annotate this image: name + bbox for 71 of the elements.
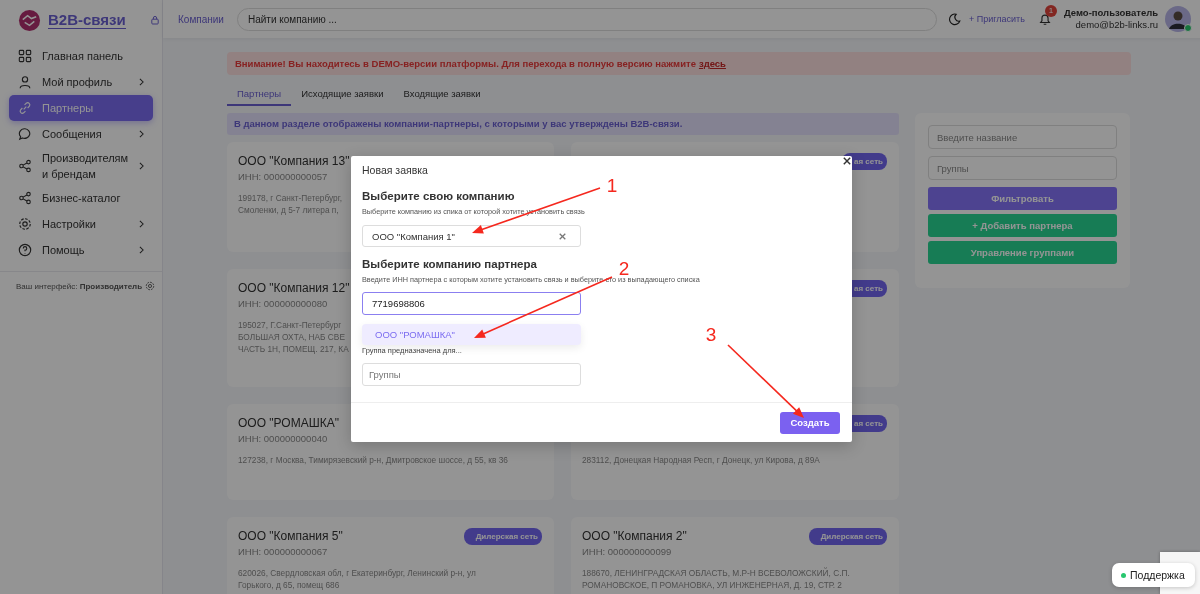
avatar[interactable] bbox=[1165, 6, 1192, 32]
moon-icon[interactable] bbox=[947, 12, 961, 26]
settings-icon bbox=[18, 217, 32, 231]
user-name: Демо-пользователь bbox=[1063, 7, 1159, 19]
inn-text: ИНН: 000000000040 bbox=[238, 433, 328, 444]
address-text: 195027, Г.Санкт-Петербург bbox=[238, 319, 342, 331]
sidebar-item[interactable]: Мой профиль bbox=[9, 69, 153, 95]
interface-label: Ваш интерфейс: Производитель bbox=[16, 281, 143, 291]
tab[interactable]: Исходящие заявки bbox=[291, 85, 394, 106]
support-button[interactable]: Поддержка bbox=[1112, 563, 1195, 587]
sidebar-item[interactable]: Бизнес-каталог bbox=[9, 185, 153, 211]
tag: Дилерская сеть bbox=[463, 527, 542, 545]
address-text: 188670, ЛЕНИНГРАДСКАЯ ОБЛАСТЬ, М.Р-Н ВСЕВОЛОЖСКИЙ, С.П. bbox=[582, 567, 850, 579]
company-select[interactable]: ООО "Компания 1" bbox=[362, 225, 581, 247]
sidebar-item[interactable]: Партнеры bbox=[9, 95, 153, 121]
inn-field[interactable]: 7719698806 bbox=[362, 292, 581, 315]
company-name: ООО "Компания 12" bbox=[238, 281, 350, 295]
alert-text: Внимание! Вы находитесь в DEMO-версии платформы. Для перехода в полную версию нажмите bbox=[235, 58, 696, 69]
share-icon bbox=[18, 159, 32, 173]
logo-text[interactable]: B2B-связи bbox=[48, 11, 126, 29]
company-name: ООО "Компания 13" bbox=[238, 154, 350, 168]
name-field[interactable]: Введите название bbox=[928, 125, 1117, 149]
user-email: demo@b2b-links.ru bbox=[1075, 19, 1159, 31]
notification-badge: 1 bbox=[1044, 5, 1057, 17]
groups-field[interactable]: Группы bbox=[362, 363, 581, 386]
address-text: Горького, д 65, помещ 686 bbox=[238, 579, 340, 591]
share-icon bbox=[18, 191, 32, 205]
inn-text: ИНН: 000000000080 bbox=[238, 298, 328, 309]
inn-text: ИНН: 000000000067 bbox=[238, 546, 328, 557]
dashboard-icon bbox=[18, 49, 32, 63]
help-icon bbox=[18, 243, 32, 257]
sidebar-item[interactable]: Настройки bbox=[9, 211, 153, 237]
clear-icon[interactable] bbox=[559, 232, 566, 240]
search-field[interactable]: Найти компанию ... bbox=[236, 7, 937, 31]
tab[interactable]: Партнеры bbox=[227, 85, 292, 106]
create-button[interactable]: Создать bbox=[780, 411, 840, 434]
annotation-number: 1 bbox=[606, 175, 618, 196]
companies-link[interactable]: Компании bbox=[178, 13, 224, 25]
section-heading: Выберите компанию партнера bbox=[362, 258, 537, 270]
sidebar-item[interactable]: Сообщения bbox=[9, 121, 153, 147]
company-name: ООО "Компания 2" bbox=[582, 529, 687, 543]
lock-icon[interactable] bbox=[150, 15, 159, 25]
alert-link[interactable]: здесь bbox=[698, 58, 726, 69]
address-text: РОМАНОВСКОЕ, П РОМАНОВКА, УЛ ИНЖЕНЕРНАЯ, Д. 19, СТР. 2 bbox=[582, 579, 842, 591]
sidebar-item[interactable]: Производителям и брендам bbox=[9, 147, 153, 185]
inn-text: ИНН: 000000000057 bbox=[238, 171, 328, 182]
chat-icon bbox=[18, 127, 32, 141]
company-name: ООО "РОМАШКА" bbox=[238, 416, 339, 430]
tag: Дилерская сеть bbox=[808, 527, 887, 545]
annotation-number: 3 bbox=[705, 324, 717, 345]
settings-icon[interactable] bbox=[145, 281, 156, 291]
tab[interactable]: Входящие заявки bbox=[393, 85, 491, 106]
sidebar-item[interactable]: Помощь bbox=[9, 237, 153, 263]
dropdown-option[interactable]: ООО "РОМАШКА" bbox=[362, 324, 581, 345]
company-name: ООО "Компания 5" bbox=[238, 529, 343, 543]
sidebar-item[interactable]: Главная панель bbox=[9, 43, 153, 69]
user-icon bbox=[18, 75, 32, 89]
bell-icon[interactable] bbox=[1037, 12, 1052, 26]
annotation-number: 2 bbox=[618, 258, 630, 279]
inn-text: ИНН: 000000000099 bbox=[582, 546, 672, 557]
invite-link[interactable]: + Пригласить bbox=[968, 14, 1025, 24]
link-icon bbox=[18, 101, 32, 115]
address-text: Смоленки, д 5-7 литера п, bbox=[238, 204, 339, 216]
dialog-title: Новая заявка bbox=[362, 164, 428, 177]
close-icon[interactable] bbox=[843, 157, 851, 165]
section-heading: Выберите свою компанию bbox=[362, 190, 515, 202]
info-banner: В данном разделе отображены компании-партнеры, с которыми у вас утверждены B2B-связи. bbox=[227, 113, 899, 135]
groups-field[interactable]: Группы bbox=[928, 156, 1117, 180]
address-text: БОЛЬШАЯ ОХТА, НАБ СВЕ bbox=[238, 331, 345, 343]
address-text: ЧАСТЬ 1Н, ПОМЕЩ. 217, КА bbox=[238, 343, 349, 355]
filter-button[interactable]: Фильтровать bbox=[928, 187, 1117, 210]
